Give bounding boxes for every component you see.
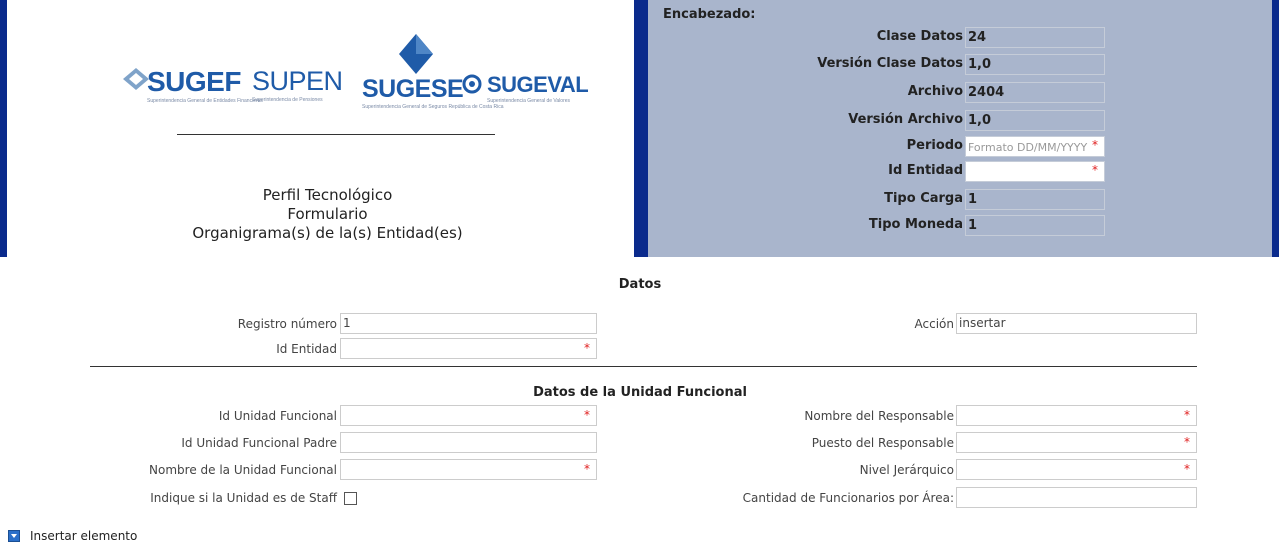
sugese-logo: SUGESE Superintendencia General de Segur… [362,75,504,110]
clase-datos-label: Clase Datos [876,29,963,44]
version-archivo-label: Versión Archivo [848,112,963,127]
id-entidad-label: Id Entidad [276,342,337,356]
registro-numero-field[interactable]: 1 [340,313,597,334]
header-row-version-archivo: Versión Archivo 1,0 [700,110,1105,132]
section-divider [90,366,1197,367]
id-entidad-input[interactable]: * [340,338,597,359]
sugese-logo-icon [399,34,433,74]
id-entidad-header-label: Id Entidad [888,163,963,178]
id-unidad-funcional-input[interactable]: * [340,405,597,426]
header-row-archivo: Archivo 2404 [700,82,1105,104]
staff-checkbox[interactable] [344,492,357,505]
header-row-tipo-moneda: Tipo Moneda 1 [700,215,1105,237]
form-title: Perfil Tecnológico Formulario Organigram… [7,186,648,243]
tipo-moneda-field: 1 [965,215,1105,236]
required-mark: * [1092,138,1098,152]
sugef-logo-icon [123,68,149,90]
version-archivo-field: 1,0 [965,110,1105,131]
title-line-1: Perfil Tecnológico [262,186,393,204]
version-clase-datos-label: Versión Clase Datos [817,56,963,71]
accion-label: Acción [914,317,954,331]
header-row-clase-datos: Clase Datos 24 [700,27,1105,49]
header-row-version-clase: Versión Clase Datos 1,0 [700,54,1105,76]
id-unidad-padre-input[interactable] [340,432,597,453]
form-header: SUGEF Superintendencia General de Entida… [0,0,1279,257]
archivo-field: 2404 [965,82,1105,103]
archivo-label: Archivo [907,84,963,99]
supen-logo: SUPEN Superintendencia de Pensiones [252,66,343,103]
sugeval-logo-icon [462,74,482,94]
tipo-carga-field: 1 [965,189,1105,210]
required-mark: * [1092,163,1098,177]
nombre-unidad-label: Nombre de la Unidad Funcional [149,463,337,477]
puesto-responsable-input[interactable]: * [956,432,1197,453]
id-unidad-padre-label: Id Unidad Funcional Padre [181,436,337,450]
nivel-jerarquico-input[interactable]: * [956,459,1197,480]
tipo-moneda-label: Tipo Moneda [868,217,963,232]
nombre-responsable-input[interactable]: * [956,405,1197,426]
header-row-id-entidad: Id Entidad * [700,161,1105,183]
version-clase-datos-field: 1,0 [965,54,1105,75]
nivel-jerarquico-label: Nivel Jerárquico [859,463,954,477]
logo-panel: SUGEF Superintendencia General de Entida… [0,0,641,257]
accion-field[interactable]: insertar [956,313,1197,334]
registro-numero-label: Registro número [237,317,337,331]
nombre-unidad-input[interactable]: * [340,459,597,480]
nombre-responsable-label: Nombre del Responsable [804,409,954,423]
cantidad-funcionarios-label: Cantidad de Funcionarios por Área: [742,491,954,505]
id-unidad-funcional-label: Id Unidad Funcional [218,409,337,423]
title-line-2: Formulario [287,205,368,223]
tipo-carga-label: Tipo Carga [884,191,963,206]
title-line-3: Organigrama(s) de la(s) Entidad(es) [192,224,463,242]
cantidad-funcionarios-input[interactable] [956,487,1197,508]
required-mark: * [584,462,590,476]
expand-icon [8,530,20,542]
required-mark: * [1184,462,1190,476]
sugef-logo: SUGEF Superintendencia General de Entida… [147,66,263,104]
staff-label: Indique si la Unidad es de Staff [150,491,337,505]
datos-section-title: Datos [618,277,662,292]
id-entidad-header-input[interactable]: * [965,161,1105,182]
periodo-placeholder: Formato DD/MM/YYYY [968,141,1088,154]
required-mark: * [1184,435,1190,449]
encabezado-label: Encabezado: [663,7,756,22]
header-row-periodo: Periodo Formato DD/MM/YYYY * [700,136,1105,158]
unidad-section-title: Datos de la Unidad Funcional [533,385,747,400]
header-row-tipo-carga: Tipo Carga 1 [700,189,1105,211]
logos-strip: SUGEF Superintendencia General de Entida… [117,30,589,110]
periodo-label: Periodo [906,138,963,153]
insert-element-label: Insertar elemento [30,529,138,543]
required-mark: * [584,408,590,422]
required-mark: * [1184,408,1190,422]
puesto-responsable-label: Puesto del Responsable [811,436,954,450]
clase-datos-field: 24 [965,27,1105,48]
logo-divider [177,134,495,135]
sugeval-logo: SUGEVAL Superintendencia General de Valo… [487,72,589,104]
required-mark: * [584,341,590,355]
periodo-input[interactable]: Formato DD/MM/YYYY * [965,136,1105,157]
